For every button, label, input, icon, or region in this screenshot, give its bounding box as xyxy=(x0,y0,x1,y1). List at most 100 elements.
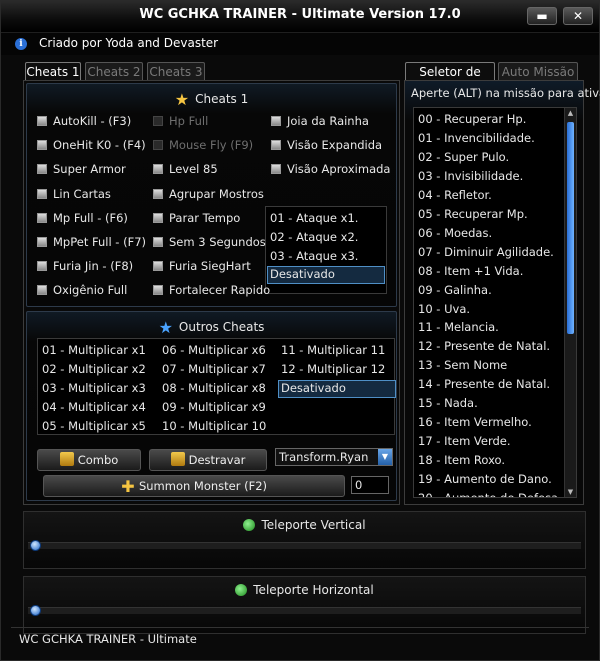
combo-maximo-button[interactable]: Combo Maximo xyxy=(37,449,141,487)
list-item[interactable]: 20 - Aumento de Defesa xyxy=(418,491,558,497)
list-item[interactable]: 10 - Uva. xyxy=(418,302,470,316)
destravar-portais-button[interactable]: Destravar Portais xyxy=(149,449,267,487)
slider-handle[interactable] xyxy=(30,605,41,616)
list-item[interactable]: 01 - Multiplicar x1 xyxy=(42,343,146,357)
list-item[interactable]: 18 - Item Roxo. xyxy=(418,453,505,467)
attack-multiplier-list[interactable]: 01 - Ataque x1. 02 - Ataque x2. 03 - Ata… xyxy=(265,206,387,294)
checkbox-box[interactable] xyxy=(37,116,47,126)
checkbox-box[interactable] xyxy=(37,212,47,223)
checkbox-box[interactable] xyxy=(153,237,163,247)
cheat-checkbox[interactable]: Furia Jin - (F8) xyxy=(37,259,133,275)
scroll-thumb[interactable] xyxy=(567,122,574,334)
list-item[interactable]: 08 - Multiplicar x8 xyxy=(162,381,266,395)
list-item[interactable]: 02 - Multiplicar x2 xyxy=(42,362,146,376)
checkbox-box[interactable] xyxy=(153,261,163,272)
list-item[interactable]: 01 - Invencibilidade. xyxy=(418,131,535,145)
list-item[interactable]: 17 - Item Verde. xyxy=(418,434,511,448)
checkbox-box[interactable] xyxy=(37,285,47,296)
cheat-checkbox[interactable]: Sem 3 Segundos xyxy=(153,235,266,251)
checkbox-box xyxy=(153,116,163,126)
checkbox-box[interactable] xyxy=(153,212,163,223)
list-item[interactable]: 09 - Multiplicar x9 xyxy=(162,400,266,414)
list-item[interactable]: 15 - Nada. xyxy=(418,396,478,410)
list-item[interactable]: 06 - Multiplicar x6 xyxy=(162,343,266,357)
list-item[interactable]: 14 - Presente de Natal. xyxy=(418,377,550,391)
list-item[interactable]: 05 - Recuperar Mp. xyxy=(418,207,528,221)
minimize-button[interactable]: ▬ xyxy=(527,7,557,25)
checkbox-box[interactable] xyxy=(37,140,47,151)
slider-handle[interactable] xyxy=(30,540,41,551)
tab-cheats-1[interactable]: Cheats 1 xyxy=(25,62,81,81)
scroll-down-icon[interactable]: ▼ xyxy=(565,487,576,497)
cheat-checkbox[interactable]: Visão Aproximada xyxy=(271,162,390,178)
list-item[interactable]: 02 - Super Pulo. xyxy=(418,150,509,164)
list-item[interactable]: 12 - Presente de Natal. xyxy=(418,339,550,353)
summon-count-input[interactable]: 0 xyxy=(351,476,389,494)
list-item[interactable]: 04 - Multiplicar x4 xyxy=(42,400,146,414)
cheat-checkbox[interactable]: Furia SiegHart xyxy=(153,259,251,275)
cheat-checkbox: Mouse Fly (F9) xyxy=(153,138,253,154)
tab-cheats-2[interactable]: Cheats 2 xyxy=(85,62,143,81)
cheat-checkbox[interactable]: Agrupar Mostros xyxy=(153,187,264,203)
teleport-horizontal-slider[interactable] xyxy=(28,605,581,616)
list-item[interactable]: 05 - Multiplicar x5 xyxy=(42,419,146,433)
checkbox-box[interactable] xyxy=(153,188,163,199)
list-item[interactable]: 13 - Sem Nome xyxy=(418,358,507,372)
checkbox-box[interactable] xyxy=(37,261,47,272)
list-item[interactable]: 10 - Multiplicar 10 xyxy=(162,419,266,433)
cheat-checkbox[interactable]: MpPet Full - (F7) xyxy=(37,235,146,251)
cheat-checkbox[interactable]: Visão Expandida xyxy=(271,138,382,154)
list-item[interactable]: 07 - Diminuir Agilidade. xyxy=(418,245,554,259)
checkbox-box[interactable] xyxy=(37,237,47,247)
list-item[interactable]: 03 - Multiplicar x3 xyxy=(42,381,146,395)
tab-cheats-3[interactable]: Cheats 3 xyxy=(147,62,205,81)
scroll-up-icon[interactable]: ▲ xyxy=(565,108,576,118)
checkbox-box[interactable] xyxy=(153,164,163,175)
list-item[interactable]: 06 - Moedas. xyxy=(418,226,492,240)
chevron-down-icon[interactable]: ▼ xyxy=(378,449,392,465)
list-item[interactable]: 11 - Multiplicar 11 xyxy=(281,343,385,357)
list-item[interactable]: 00 - Recuperar Hp. xyxy=(418,112,526,126)
teleport-vertical-slider[interactable] xyxy=(28,540,581,551)
cheat-checkbox[interactable]: Super Armor xyxy=(37,162,126,178)
list-item-selected[interactable]: Desativado xyxy=(278,380,396,398)
checkbox-box[interactable] xyxy=(37,164,47,175)
list-item[interactable]: 19 - Aumento de Dano. xyxy=(418,472,552,486)
item-list[interactable]: 00 - Recuperar Hp. 01 - Invencibilidade. 0… xyxy=(413,107,577,498)
list-item[interactable]: 09 - Galinha. xyxy=(418,283,492,297)
multiplier-list[interactable]: 01 - Multiplicar x1 02 - Multiplicar x2 03… xyxy=(37,338,396,435)
cheat-checkbox[interactable]: Lin Cartas xyxy=(37,187,111,203)
cheat-checkbox[interactable]: AutoKill - (F3) xyxy=(37,114,131,130)
list-item[interactable]: 01 - Ataque x1. xyxy=(270,211,358,225)
list-item[interactable]: 12 - Multiplicar 12 xyxy=(281,362,385,376)
tab-seletor-itens[interactable]: Seletor de Itens xyxy=(405,62,495,97)
list-item[interactable]: 11 - Melancia. xyxy=(418,320,499,334)
cheat-checkbox[interactable]: Parar Tempo xyxy=(153,211,240,227)
checkbox-box[interactable] xyxy=(37,188,47,199)
cheat-checkbox[interactable]: Level 85 xyxy=(153,162,218,178)
cheat-checkbox[interactable]: OneHit K0 - (F4) xyxy=(37,138,146,154)
checkbox-box[interactable] xyxy=(153,285,163,296)
title-bar[interactable]: WC GCHKA TRAINER - Ultimate Version 17.0… xyxy=(1,1,599,33)
list-item[interactable]: 02 - Ataque x2. xyxy=(270,230,358,244)
list-item[interactable]: 04 - Refletor. xyxy=(418,188,492,202)
transform-select[interactable]: Transform.Ryan ▼ xyxy=(275,448,393,466)
list-item[interactable]: 03 - Invisibilidade. xyxy=(418,169,523,183)
list-item[interactable]: 03 - Ataque x3. xyxy=(270,249,358,263)
list-item-selected[interactable]: Desativado xyxy=(267,266,385,284)
cheat-checkbox[interactable]: Mp Full - (F6) xyxy=(37,211,128,227)
list-item[interactable]: 07 - Multiplicar x7 xyxy=(162,362,266,376)
list-item[interactable]: 08 - Item +1 Vida. xyxy=(418,264,523,278)
checkbox-box[interactable] xyxy=(271,164,281,175)
checkbox-box[interactable] xyxy=(271,140,281,151)
checkbox-label: Visão Expandida xyxy=(287,138,383,153)
summon-monster-button[interactable]: ✚ Summon Monster (F2) xyxy=(43,475,345,497)
item-list-scrollbar[interactable]: ▲ ▼ xyxy=(564,108,576,497)
tab-auto-missao[interactable]: Auto Missão xyxy=(498,62,578,81)
list-item[interactable]: 16 - Item Vermelho. xyxy=(418,415,532,429)
close-button[interactable]: ✕ xyxy=(563,7,593,25)
cheat-checkbox[interactable]: Oxigênio Full xyxy=(37,283,127,299)
cheat-checkbox[interactable]: Joia da Rainha xyxy=(271,114,369,130)
checkbox-box[interactable] xyxy=(271,116,281,126)
cheat-checkbox[interactable]: Fortalecer Rapido xyxy=(153,283,270,299)
